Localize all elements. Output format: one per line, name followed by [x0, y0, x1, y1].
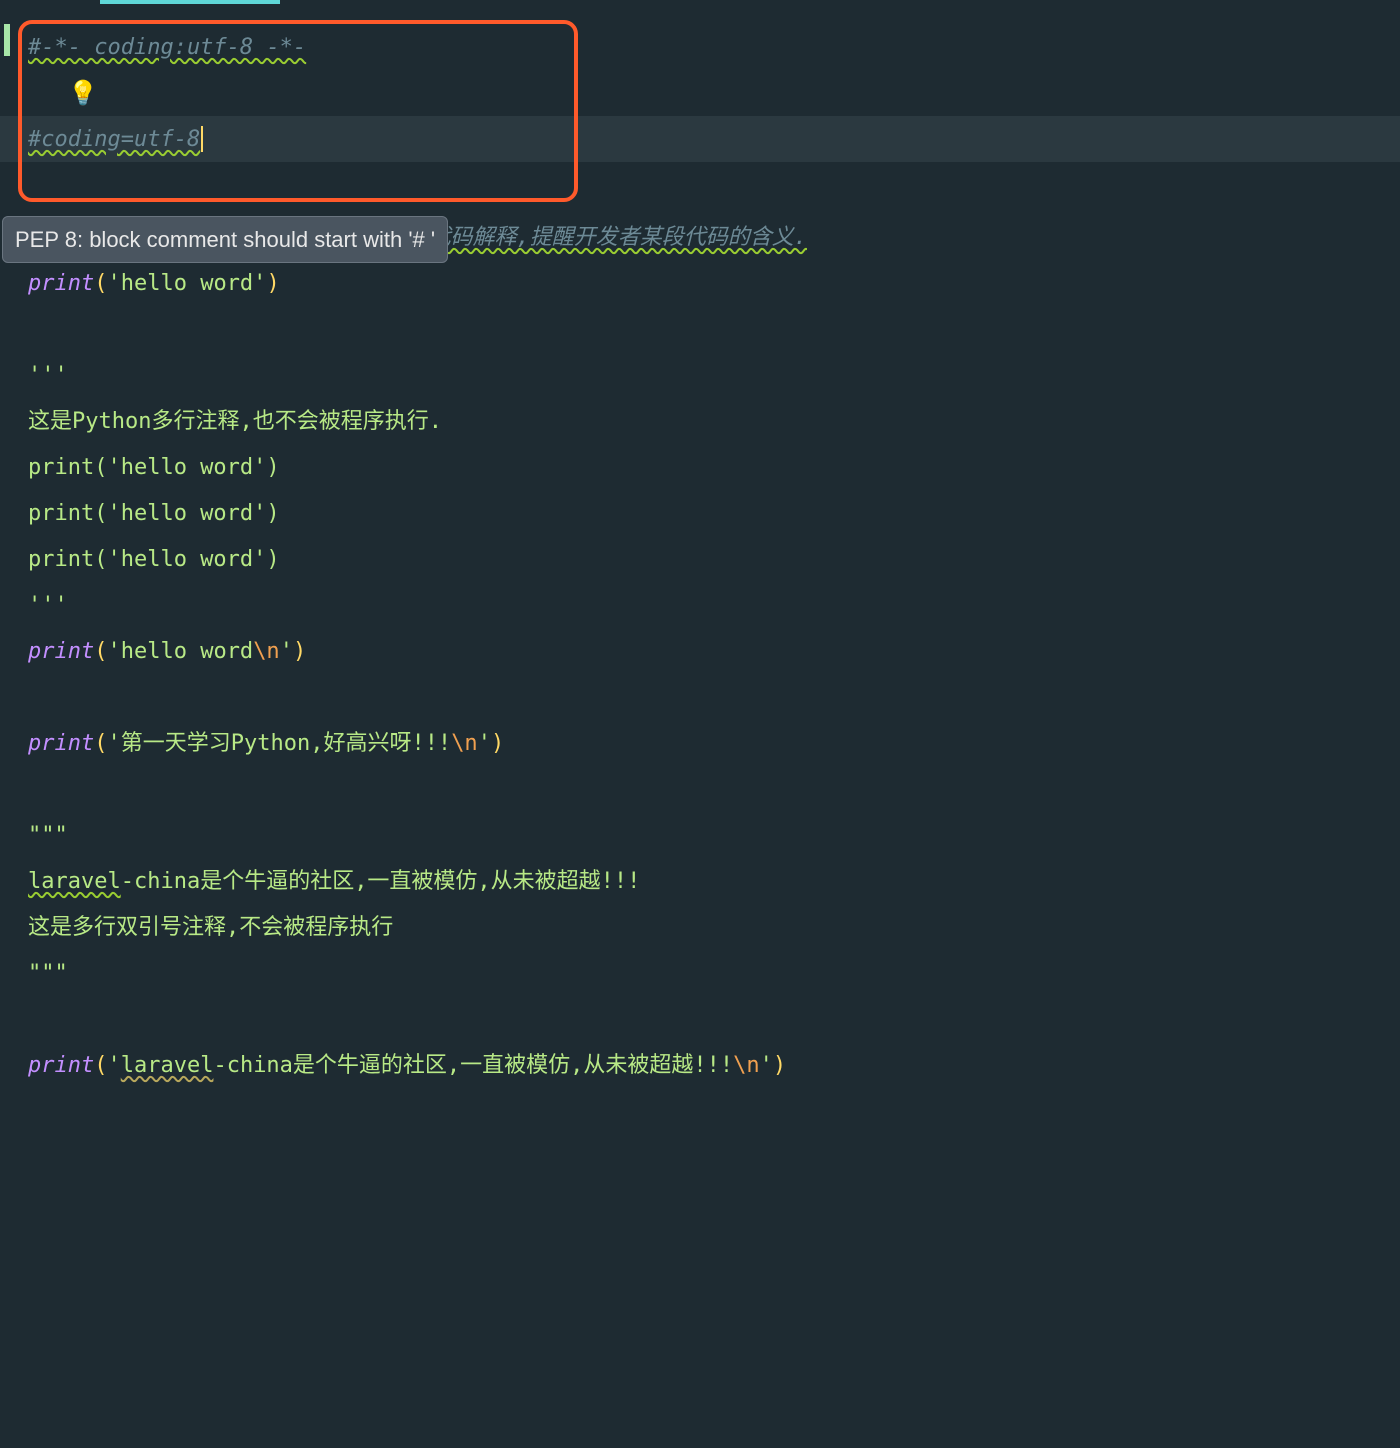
keyword-print: print	[28, 635, 94, 668]
triple-quote: '''	[28, 589, 68, 622]
code-line-8[interactable]: print('hello word')	[0, 444, 1400, 490]
triple-quote: '''	[28, 359, 68, 392]
docstring-text: 这是多行双引号注释,不会被程序执行	[28, 911, 393, 944]
keyword-print: print	[28, 267, 94, 300]
code-line-blank[interactable]	[0, 674, 1400, 720]
paren-close: )	[266, 267, 279, 300]
string-literal: 'hello word'	[107, 267, 266, 300]
code-line-7[interactable]: 这是Python多行注释,也不会被程序执行.	[0, 398, 1400, 444]
triple-dquote: """	[28, 957, 68, 990]
code-line-15[interactable]: laravel-china是个牛逼的社区,一直被模仿,从未被超越!!!	[0, 858, 1400, 904]
string-word-laravel: laravel	[121, 1049, 214, 1082]
code-line-11[interactable]: '''	[0, 582, 1400, 628]
code-line-12[interactable]: print('hello word\n')	[0, 628, 1400, 674]
code-line-13[interactable]: print('第一天学习Python,好高兴呀!!!\n')	[0, 720, 1400, 766]
text-cursor	[201, 126, 203, 152]
code-editor[interactable]: #-*- coding:utf-8 -*- 💡 #coding=utf-8 #注…	[0, 0, 1400, 1088]
code-line-blank[interactable]	[0, 766, 1400, 812]
string-literal: '第一天学习Python,好高兴呀!!!	[107, 727, 451, 760]
keyword-print: print	[28, 1049, 94, 1082]
code-line-16[interactable]: 这是多行双引号注释,不会被程序执行	[0, 904, 1400, 950]
code-line-10[interactable]: print('hello word')	[0, 536, 1400, 582]
code-line-blank[interactable]	[0, 996, 1400, 1042]
docstring-text: print('hello word')	[28, 451, 280, 484]
code-line-9[interactable]: print('hello word')	[0, 490, 1400, 536]
comment-coding-1: #-*- coding:utf-8 -*-	[28, 31, 306, 64]
code-line-18[interactable]: print('laravel-china是个牛逼的社区,一直被模仿,从未被超越!…	[0, 1042, 1400, 1088]
code-line-1[interactable]: #-*- coding:utf-8 -*-	[0, 24, 1400, 70]
pep8-warning-tooltip: PEP 8: block comment should start with '…	[2, 216, 448, 263]
comment-coding-2: #coding=utf-8	[28, 123, 200, 156]
triple-dquote: """	[28, 819, 68, 852]
escape-sequence: \n	[733, 1049, 760, 1082]
keyword-print: print	[28, 727, 94, 760]
docstring-text: print('hello word')	[28, 497, 280, 530]
code-line-6[interactable]: '''	[0, 352, 1400, 398]
code-line-3-active[interactable]: #coding=utf-8	[0, 116, 1400, 162]
code-line-17[interactable]: """	[0, 950, 1400, 996]
docstring-text: -china是个牛逼的社区,一直被模仿,从未被超越!!!	[121, 865, 641, 898]
paren-open: (	[94, 267, 107, 300]
docstring-text: print('hello word')	[28, 543, 280, 576]
docstring-text: 这是Python多行注释,也不会被程序执行.	[28, 405, 442, 438]
escape-sequence: \n	[253, 635, 280, 668]
string-literal: 'hello word	[107, 635, 253, 668]
code-line-blank[interactable]	[0, 306, 1400, 352]
string-literal: -china是个牛逼的社区,一直被模仿,从未被超越!!!	[213, 1049, 733, 1082]
docstring-word-laravel: laravel	[28, 865, 121, 898]
code-line-14[interactable]: """	[0, 812, 1400, 858]
code-line-5[interactable]: print('hello word')	[0, 260, 1400, 306]
code-line-2[interactable]: 💡	[0, 70, 1400, 116]
lightbulb-icon[interactable]: 💡	[28, 75, 98, 111]
gutter-change-marker	[4, 24, 10, 56]
escape-sequence: \n	[451, 727, 478, 760]
